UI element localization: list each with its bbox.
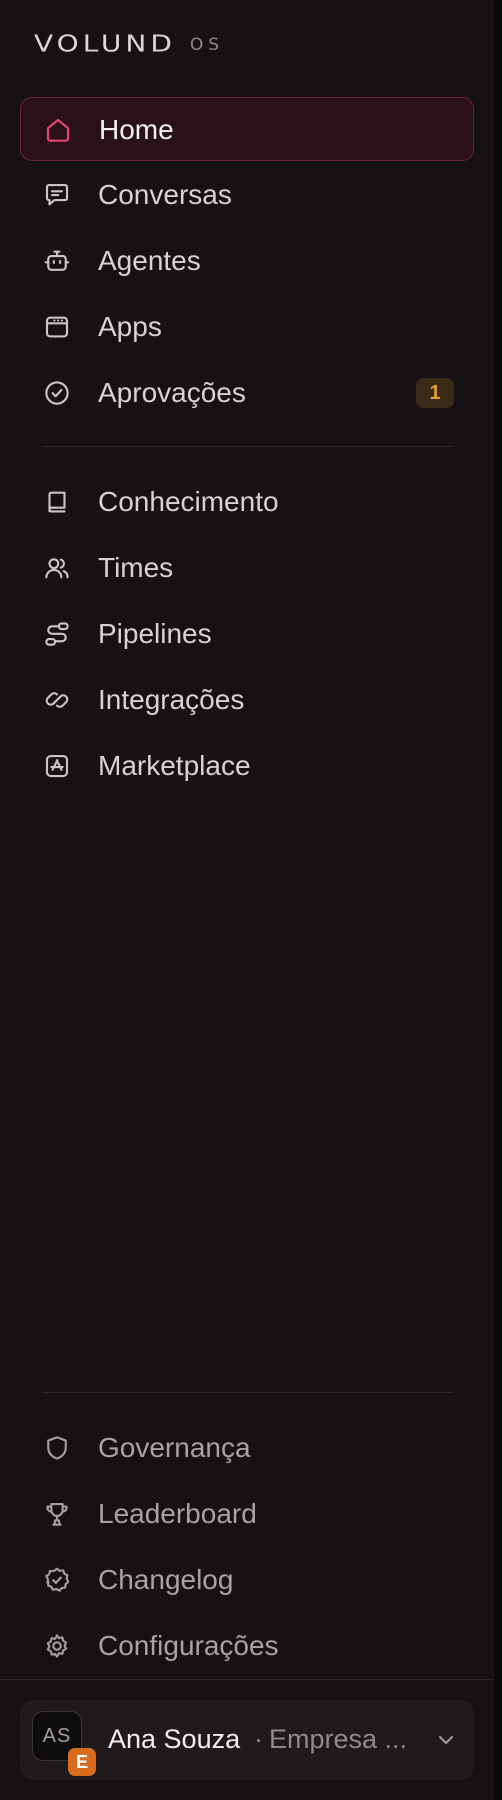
app-window-icon bbox=[42, 312, 72, 342]
nav-label-apps: Apps bbox=[98, 311, 162, 342]
nav-label-changelog: Changelog bbox=[98, 1564, 234, 1595]
chat-icon bbox=[42, 180, 72, 210]
nav-label-integracoes: Integrações bbox=[98, 684, 245, 715]
route-icon bbox=[42, 619, 72, 649]
brand-suffix: OS bbox=[189, 35, 225, 55]
nav-item-conversas[interactable]: Conversas bbox=[20, 163, 474, 227]
nav-label-home: Home bbox=[99, 114, 174, 145]
bot-icon bbox=[42, 246, 72, 276]
user-separator: · bbox=[254, 1724, 263, 1754]
nav-item-apps[interactable]: Apps bbox=[20, 295, 474, 359]
nav-item-aprovacoes[interactable]: Aprovações 1 bbox=[20, 361, 474, 425]
workspace-badge: E bbox=[68, 1748, 96, 1776]
nav-item-pipelines[interactable]: Pipelines bbox=[20, 602, 474, 666]
shield-icon bbox=[42, 1433, 72, 1463]
window-edge bbox=[494, 0, 502, 1800]
footer-divider bbox=[0, 1679, 494, 1680]
nav-label-pipelines: Pipelines bbox=[98, 618, 212, 649]
approvals-count-badge: 1 bbox=[416, 378, 454, 408]
check-circle-icon bbox=[42, 378, 72, 408]
link-icon bbox=[42, 685, 72, 715]
nav-label-governanca: Governança bbox=[98, 1432, 251, 1463]
nav-label-times: Times bbox=[98, 552, 174, 583]
home-icon bbox=[43, 115, 73, 145]
nav-label-leaderboard: Leaderboard bbox=[98, 1498, 257, 1529]
sidebar: VOLUND OS Home Conversas Agentes Apps Ap… bbox=[0, 0, 494, 1800]
nav-item-conhecimento[interactable]: Conhecimento bbox=[20, 470, 474, 534]
nav-item-governanca[interactable]: Governança bbox=[20, 1416, 474, 1480]
nav-label-configuracoes: Configurações bbox=[98, 1630, 279, 1661]
nav-divider bbox=[42, 446, 452, 447]
footer-nav-divider bbox=[42, 1392, 452, 1393]
settings-icon bbox=[42, 1631, 72, 1661]
chevron-down-icon bbox=[434, 1728, 458, 1752]
user-company: Empresa ... bbox=[269, 1724, 408, 1754]
nav-label-conversas: Conversas bbox=[98, 179, 232, 210]
nav-item-marketplace[interactable]: Marketplace bbox=[20, 734, 474, 798]
nav-label-agentes: Agentes bbox=[98, 245, 201, 276]
book-icon bbox=[42, 487, 72, 517]
trophy-icon bbox=[42, 1499, 72, 1529]
brand-logo[interactable]: VOLUND OS bbox=[34, 24, 224, 57]
brand-name: VOLUND bbox=[34, 29, 176, 57]
app-store-icon bbox=[42, 751, 72, 781]
user-name: Ana Souza bbox=[108, 1724, 241, 1754]
nav-item-configuracoes[interactable]: Configurações bbox=[20, 1614, 474, 1678]
users-icon bbox=[42, 553, 72, 583]
nav-label-aprovacoes: Aprovações bbox=[98, 377, 246, 408]
nav-label-conhecimento: Conhecimento bbox=[98, 486, 279, 517]
nav-item-leaderboard[interactable]: Leaderboard bbox=[20, 1482, 474, 1546]
nav-label-marketplace: Marketplace bbox=[98, 750, 251, 781]
nav-item-changelog[interactable]: Changelog bbox=[20, 1548, 474, 1612]
nav-item-times[interactable]: Times bbox=[20, 536, 474, 600]
nav-item-home[interactable]: Home bbox=[20, 97, 474, 161]
user-account-switcher[interactable]: AS E Ana Souza · Empresa ... bbox=[20, 1700, 474, 1780]
nav-item-integracoes[interactable]: Integrações bbox=[20, 668, 474, 732]
nav-item-agentes[interactable]: Agentes bbox=[20, 229, 474, 293]
badge-check-icon bbox=[42, 1565, 72, 1595]
